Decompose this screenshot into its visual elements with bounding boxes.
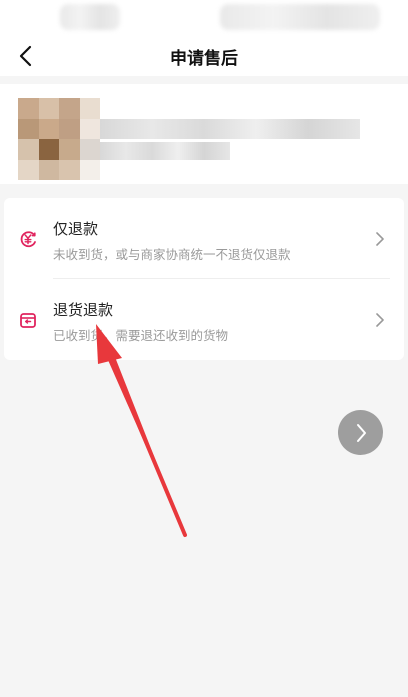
aftersale-options-card: 仅退款 未收到货，或与商家协商统一不退货仅退款 退货退款 已收到货，需要退还收到…	[4, 198, 404, 360]
chevron-right-icon	[376, 232, 384, 246]
nav-bar: 申请售后	[0, 36, 408, 76]
option-return-and-refund[interactable]: 退货退款 已收到货，需要退还收到的货物	[4, 279, 404, 359]
status-bar	[0, 0, 408, 36]
option-title: 退货退款	[53, 301, 114, 319]
page-title: 申请售后	[170, 49, 238, 69]
product-spec-blur	[100, 142, 230, 160]
return-box-icon	[18, 310, 38, 330]
refund-coin-icon	[18, 229, 38, 249]
option-description: 未收到货，或与商家协商统一不退货仅退款	[53, 247, 291, 262]
chevron-right-icon	[376, 313, 384, 327]
status-bar-blur-left	[60, 4, 120, 30]
status-bar-blur-right	[220, 4, 380, 30]
option-refund-only[interactable]: 仅退款 未收到货，或与商家协商统一不退货仅退款	[4, 198, 404, 278]
product-name-blur	[100, 119, 360, 139]
option-title: 仅退款	[53, 220, 99, 238]
floating-next-button[interactable]	[338, 410, 383, 455]
product-thumbnail	[18, 98, 100, 180]
product-card	[0, 84, 408, 184]
chevron-right-icon	[356, 423, 366, 442]
option-description: 已收到货，需要退还收到的货物	[53, 328, 229, 343]
